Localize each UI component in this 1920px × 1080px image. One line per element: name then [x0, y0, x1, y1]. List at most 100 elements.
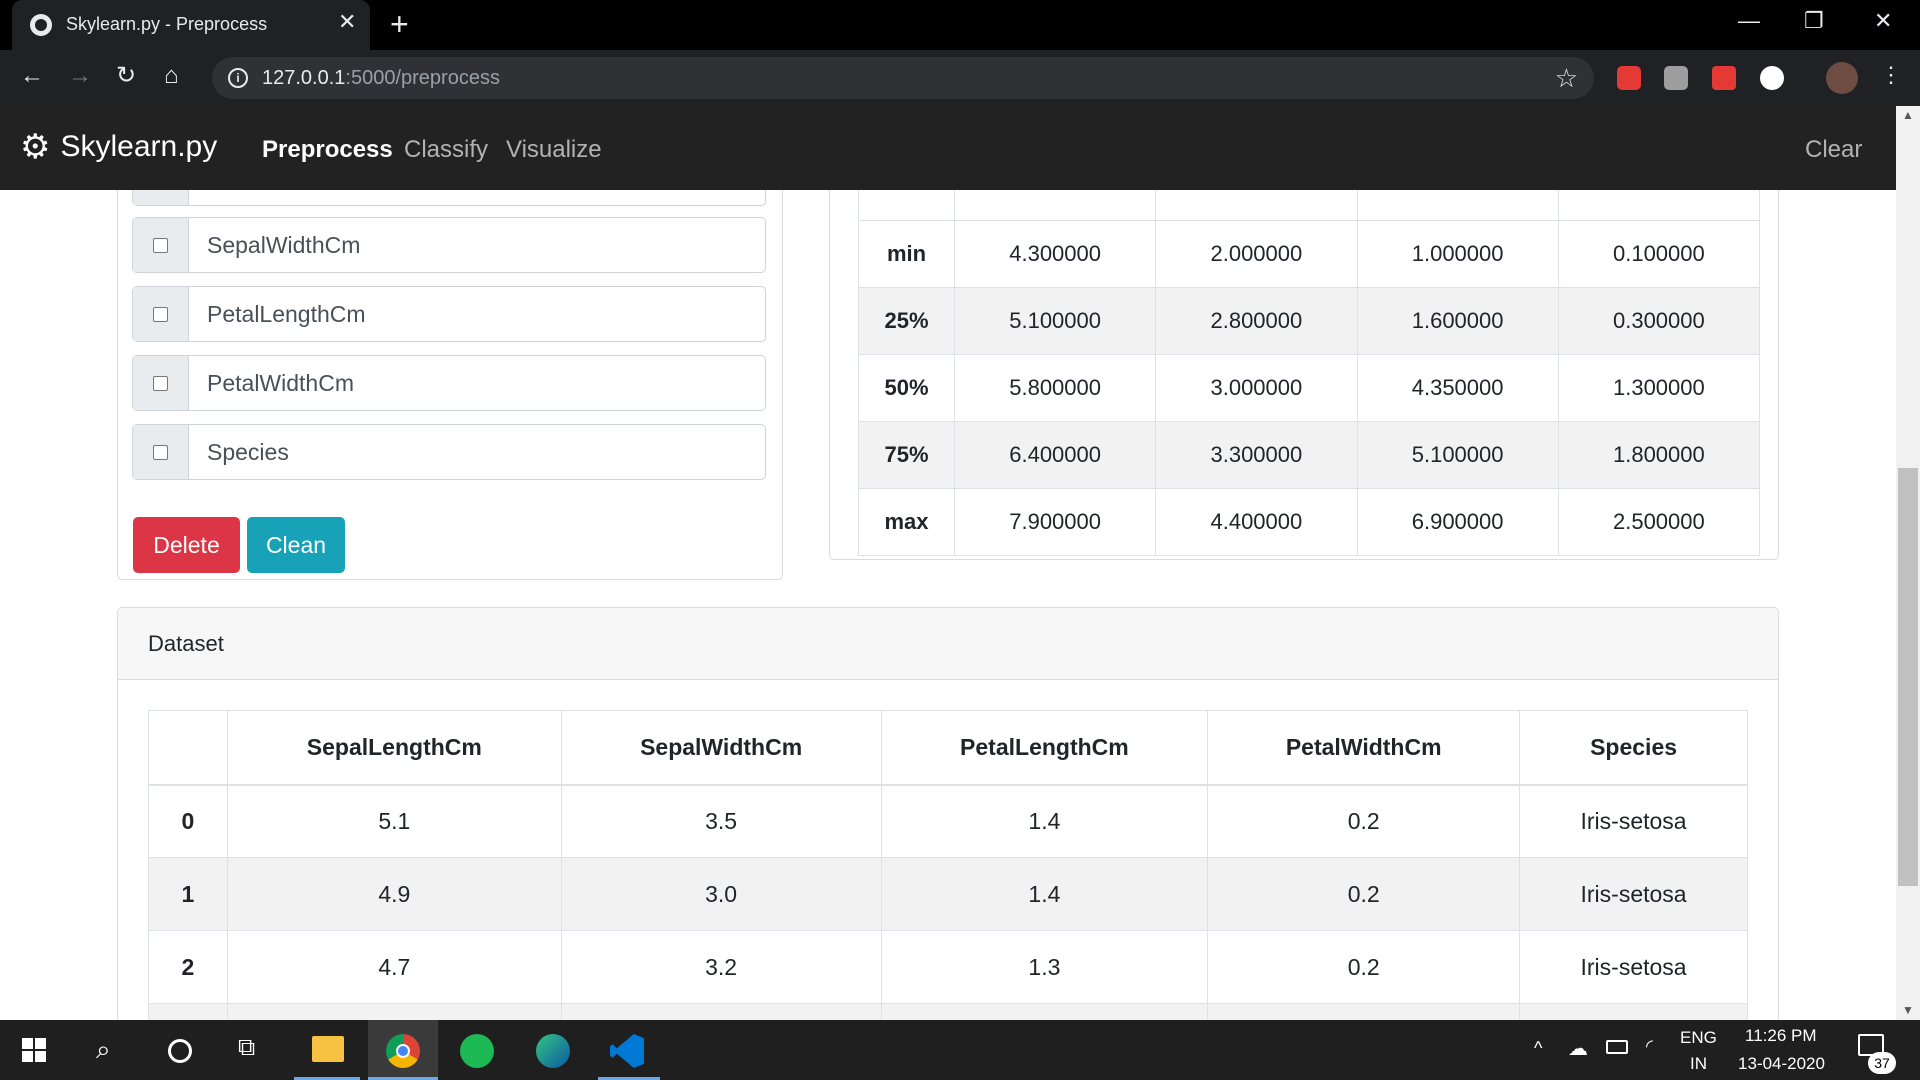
back-arrow-icon[interactable]: ←	[20, 64, 44, 88]
clock-date[interactable]: 13-04-2020	[1738, 1054, 1825, 1074]
cortana-icon[interactable]	[168, 1039, 192, 1063]
scroll-up-arrow-icon[interactable]: ▲	[1902, 108, 1914, 122]
table-row-partial	[148, 1003, 1748, 1020]
column-checkbox[interactable]	[133, 287, 189, 341]
nav-link-preprocess[interactable]: Preprocess	[262, 136, 393, 164]
brand-text: Skylearn.py	[60, 130, 218, 163]
stats-row: min 4.300000 2.000000 1.000000 0.100000	[858, 220, 1761, 288]
stats-row: 50% 5.800000 3.000000 4.350000 1.300000	[858, 354, 1761, 422]
task-view-icon[interactable]: ⧉	[238, 1034, 255, 1062]
tab-title: Skylearn.py - Preprocess	[66, 14, 268, 34]
column-label: Species	[207, 438, 289, 465]
tray-chevron-icon[interactable]: ^	[1534, 1038, 1542, 1059]
search-icon[interactable]: ⌕	[96, 1034, 111, 1066]
describe-table: min 4.300000 2.000000 1.000000 0.100000 25% 5.…	[858, 190, 1761, 556]
column-label: SepalWidthCm	[207, 231, 361, 258]
new-tab-button[interactable]: +	[390, 8, 409, 40]
reload-icon[interactable]: ↻	[116, 64, 136, 88]
address-bar[interactable]: i 127.0.0.1:5000/preprocess ☆	[212, 57, 1594, 99]
tab-close-button[interactable]: ✕	[338, 11, 356, 33]
dataset-title: Dataset	[148, 630, 224, 656]
column-checkbox[interactable]	[133, 218, 189, 272]
onedrive-icon[interactable]: ☁	[1568, 1036, 1588, 1061]
windows-start-icon[interactable]	[22, 1038, 46, 1062]
scroll-down-arrow-icon[interactable]: ▼	[1902, 1003, 1914, 1017]
extension-pocket-icon[interactable]	[1712, 66, 1736, 90]
extension-shield-icon[interactable]	[1617, 66, 1641, 90]
chrome-icon[interactable]	[386, 1034, 420, 1068]
column-row: SepalWidthCm	[132, 217, 766, 273]
column-row: PetalLengthCm	[132, 286, 766, 342]
stats-cell: 0.100000	[1557, 220, 1761, 288]
table-cell: 0.2	[1207, 930, 1521, 1004]
stats-row-label: 75%	[858, 421, 955, 489]
brand[interactable]: ⚙ Skylearn.py	[20, 130, 217, 164]
forward-arrow-icon[interactable]: →	[68, 64, 92, 88]
row-index: 0	[148, 784, 228, 858]
minimize-button[interactable]: —	[1738, 8, 1760, 34]
stats-cell: 2.000000	[1155, 220, 1358, 288]
browser-tab[interactable]: Skylearn.py - Preprocess ✕	[12, 0, 370, 50]
nav-link-classify[interactable]: Classify	[404, 136, 488, 164]
stats-row-label: 50%	[858, 354, 955, 422]
table-cell: 3.5	[560, 784, 882, 858]
dataset-card-header: Dataset	[118, 608, 1778, 680]
dataset-column-header: SepalLengthCm	[226, 710, 562, 786]
extension-gray-icon[interactable]	[1664, 66, 1688, 90]
dataset-column-header: PetalLengthCm	[880, 710, 1209, 786]
column-row: PetalWidthCm	[132, 355, 766, 411]
stats-cell: 4.350000	[1356, 354, 1559, 422]
stats-row-label: min	[858, 220, 955, 288]
file-explorer-icon[interactable]	[312, 1036, 344, 1062]
extension-circle-icon[interactable]	[1760, 66, 1784, 90]
stats-row: max 7.900000 4.400000 6.900000 2.500000	[858, 488, 1761, 556]
table-cell: 1.4	[880, 784, 1209, 858]
table-cell: 3.0	[560, 857, 882, 931]
table-cell: 1.3	[880, 930, 1209, 1004]
table-row: 2 4.7 3.2 1.3 0.2 Iris-setosa	[148, 930, 1748, 1004]
nav-link-visualize[interactable]: Visualize	[506, 136, 602, 164]
scrollbar-thumb[interactable]	[1898, 468, 1918, 886]
info-icon[interactable]: i	[228, 68, 248, 88]
stats-cell: 1.000000	[1356, 220, 1559, 288]
column-row: Species	[132, 424, 766, 480]
stats-row: 75% 6.400000 3.300000 5.100000 1.800000	[858, 421, 1761, 489]
clock-time[interactable]: 11:26 PM	[1745, 1026, 1817, 1046]
stats-cell: 5.800000	[953, 354, 1157, 422]
column-checkbox[interactable]	[133, 356, 189, 410]
table-cell: 1.4	[880, 857, 1209, 931]
edge-icon[interactable]	[536, 1034, 570, 1068]
language-region[interactable]: IN	[1690, 1054, 1707, 1074]
wifi-icon[interactable]: ◜	[1646, 1036, 1653, 1057]
dataset-column-header	[148, 710, 228, 786]
table-row: 1 4.9 3.0 1.4 0.2 Iris-setosa	[148, 857, 1748, 931]
bookmark-star-icon[interactable]: ☆	[1555, 63, 1578, 94]
nav-link-clear[interactable]: Clear	[1805, 136, 1862, 164]
stats-row: 25% 5.100000 2.800000 1.600000 0.300000	[858, 287, 1761, 355]
close-window-button[interactable]: ✕	[1874, 8, 1892, 34]
stats-cell: 6.400000	[953, 421, 1157, 489]
globe-icon	[30, 14, 52, 36]
table-cell: 4.7	[226, 930, 562, 1004]
battery-icon[interactable]	[1606, 1040, 1628, 1054]
spotify-icon[interactable]	[460, 1034, 494, 1068]
notification-count-badge: 37	[1868, 1052, 1896, 1074]
stats-cell: 2.500000	[1557, 488, 1761, 556]
home-icon[interactable]: ⌂	[164, 64, 179, 88]
profile-avatar[interactable]	[1826, 62, 1858, 94]
table-cell: Iris-setosa	[1519, 930, 1748, 1004]
delete-button[interactable]: Delete	[133, 517, 240, 573]
clean-button[interactable]: Clean	[247, 517, 345, 573]
menu-kebab-icon[interactable]: ⋮	[1880, 64, 1902, 86]
language-code[interactable]: ENG	[1680, 1028, 1717, 1048]
stats-cell: 4.300000	[953, 220, 1157, 288]
stats-cell: 2.800000	[1155, 287, 1358, 355]
dataset-column-header: Species	[1519, 710, 1748, 786]
table-cell: Iris-setosa	[1519, 857, 1748, 931]
column-checkbox[interactable]	[133, 425, 189, 479]
stats-cell: 5.100000	[1356, 421, 1559, 489]
stats-cell: 1.300000	[1557, 354, 1761, 422]
restore-button[interactable]: ❐	[1804, 8, 1824, 34]
windows-taskbar	[0, 1020, 1920, 1080]
url-text[interactable]: 127.0.0.1:5000/preprocess	[262, 67, 500, 90]
